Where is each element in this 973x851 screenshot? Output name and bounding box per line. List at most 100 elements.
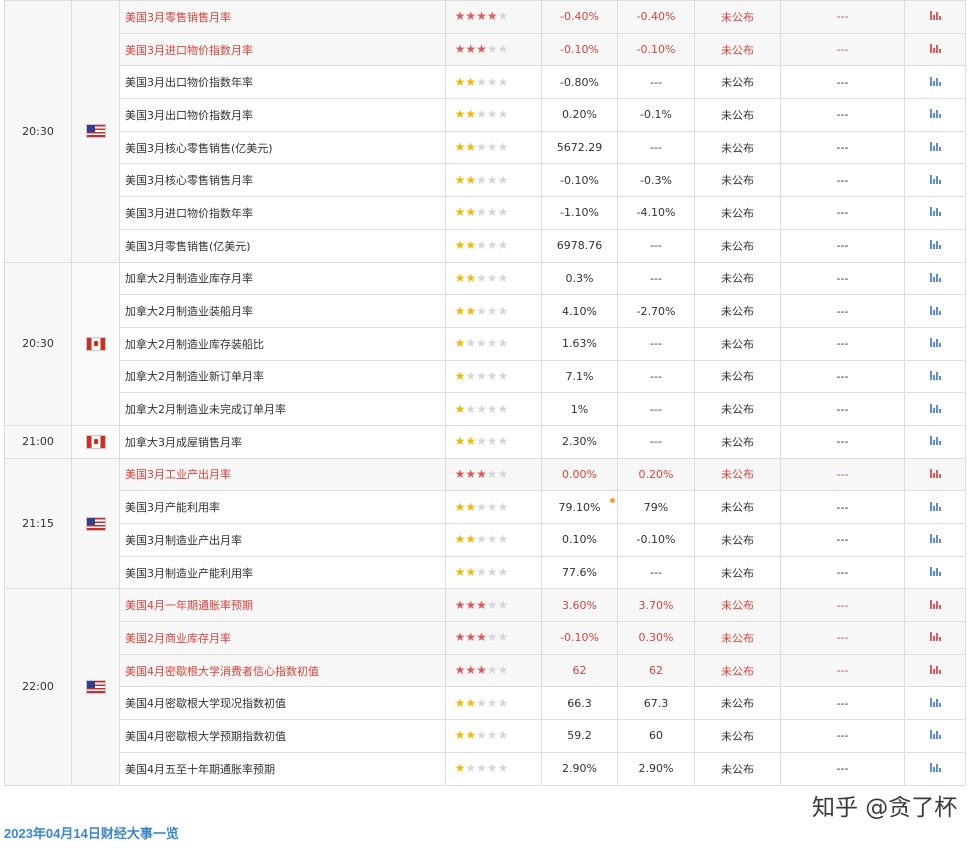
star-icon: ★ (454, 42, 466, 57)
economic-calendar-table: 20:30 美国3月零售销售月率 ★★★★★ -0.40% -0.40% 未公布 --- 美国… (4, 0, 966, 786)
bar-chart-icon[interactable] (929, 142, 941, 152)
importance-rating: ★★★★★ (445, 65, 542, 100)
bar-chart-icon[interactable] (929, 305, 941, 315)
star-icon: ★ (497, 466, 509, 481)
impact-value: --- (780, 523, 905, 557)
chart-link-cell[interactable] (904, 621, 966, 655)
bar-chart-icon[interactable] (929, 11, 941, 21)
chart-link-cell[interactable] (904, 588, 966, 623)
importance-rating: ★★★★★ (445, 392, 542, 426)
bar-chart-icon[interactable] (929, 240, 941, 250)
bar-chart-icon[interactable] (929, 599, 941, 609)
forecast-value: 62 (617, 653, 695, 688)
chart-link-cell[interactable] (904, 98, 966, 132)
previous-value: 59.2 (541, 719, 618, 753)
chart-link-cell[interactable] (904, 359, 966, 394)
star-icon: ★ (497, 270, 509, 285)
actual-value: 未公布 (694, 65, 781, 100)
chart-link-cell[interactable] (904, 130, 966, 165)
bar-chart-icon[interactable] (929, 534, 941, 544)
chart-link-cell[interactable] (904, 490, 966, 524)
chart-link-cell[interactable] (904, 751, 966, 786)
previous-value-text: -0.80% (560, 75, 599, 89)
chart-link-cell[interactable] (904, 261, 966, 296)
previous-value: 66.3 (541, 686, 618, 721)
chart-link-cell[interactable] (904, 653, 966, 688)
star-icon: ★ (486, 9, 498, 24)
bar-chart-icon[interactable] (929, 338, 941, 348)
chart-link-cell[interactable] (904, 228, 966, 263)
previous-value: -0.10% (541, 621, 618, 655)
chart-link-cell[interactable] (904, 686, 966, 721)
event-name: 美国3月零售销售(亿美元) (119, 228, 446, 263)
bar-chart-icon[interactable] (929, 174, 941, 184)
star-icon: ★ (454, 336, 466, 351)
bar-chart-icon[interactable] (929, 468, 941, 478)
event-row: 美国4月密歇根大学消费者信心指数初值 ★★★★★ 62 62 未公布 --- (5, 653, 966, 688)
event-name: 美国4月密歇根大学现况指数初值 (119, 686, 446, 721)
chart-link-cell[interactable] (904, 32, 966, 67)
star-icon: ★ (465, 140, 477, 155)
bar-chart-icon[interactable] (929, 403, 941, 413)
bar-chart-icon[interactable] (929, 207, 941, 217)
chart-link-cell[interactable] (904, 326, 966, 361)
chart-link-cell[interactable] (904, 555, 966, 590)
country-flag-cell (71, 588, 120, 786)
star-icon: ★ (465, 107, 477, 122)
star-icon: ★ (454, 630, 466, 645)
actual-value: 未公布 (694, 719, 781, 753)
chart-link-cell[interactable] (904, 65, 966, 100)
bar-chart-icon[interactable] (929, 730, 941, 740)
actual-value: 未公布 (694, 523, 781, 557)
bar-chart-icon[interactable] (929, 436, 941, 446)
bar-chart-icon[interactable] (929, 370, 941, 380)
previous-value-text: 1.63% (562, 337, 597, 351)
bar-chart-icon[interactable] (929, 632, 941, 642)
bar-chart-icon[interactable] (929, 272, 941, 282)
event-name: 加拿大2月制造业未完成订单月率 (119, 392, 446, 426)
forecast-value: --- (617, 392, 695, 426)
star-icon: ★ (476, 761, 487, 776)
importance-rating: ★★★★★ (445, 196, 542, 230)
star-rating-icons: ★★★★★ (455, 664, 509, 676)
chart-link-cell[interactable] (904, 0, 966, 34)
star-icon: ★ (454, 140, 466, 155)
daily-summary-link[interactable]: 2023年04月14日财经大事一览 (4, 823, 179, 842)
star-icon: ★ (476, 434, 487, 449)
bar-chart-icon[interactable] (929, 665, 941, 675)
previous-value: 5672.29 (541, 130, 618, 165)
chart-link-cell[interactable] (904, 457, 966, 492)
bar-chart-icon[interactable] (929, 44, 941, 54)
chart-link-cell[interactable] (904, 294, 966, 328)
event-name: 加拿大3月成屋销售月率 (119, 424, 446, 459)
actual-value: 未公布 (694, 686, 781, 721)
previous-value: 79.10% (541, 490, 618, 524)
chart-link-cell[interactable] (904, 719, 966, 753)
actual-value: 未公布 (694, 294, 781, 328)
star-icon: ★ (454, 205, 466, 220)
previous-value-text: 2.30% (562, 435, 597, 449)
star-icon: ★ (497, 434, 509, 449)
star-rating-icons: ★★★★★ (455, 435, 509, 447)
chart-link-cell[interactable] (904, 523, 966, 557)
chart-link-cell[interactable] (904, 163, 966, 198)
star-icon: ★ (454, 663, 466, 678)
event-name: 加拿大2月制造业库存月率 (119, 261, 446, 296)
bar-chart-icon[interactable] (929, 501, 941, 511)
previous-value-text: 7.1% (565, 369, 594, 383)
star-rating-icons: ★★★★★ (455, 599, 509, 611)
bar-chart-icon[interactable] (929, 567, 941, 577)
bar-chart-icon[interactable] (929, 763, 941, 773)
bar-chart-icon[interactable] (929, 697, 941, 707)
star-icon: ★ (476, 140, 487, 155)
star-icon: ★ (497, 74, 509, 89)
chart-link-cell[interactable] (904, 196, 966, 230)
chart-link-cell[interactable] (904, 424, 966, 459)
chart-link-cell[interactable] (904, 392, 966, 426)
actual-value: 未公布 (694, 32, 781, 67)
star-icon: ★ (465, 695, 477, 710)
previous-value-text: 0.10% (562, 533, 597, 547)
bar-chart-icon[interactable] (929, 76, 941, 86)
star-icon: ★ (486, 761, 498, 776)
bar-chart-icon[interactable] (929, 109, 941, 119)
